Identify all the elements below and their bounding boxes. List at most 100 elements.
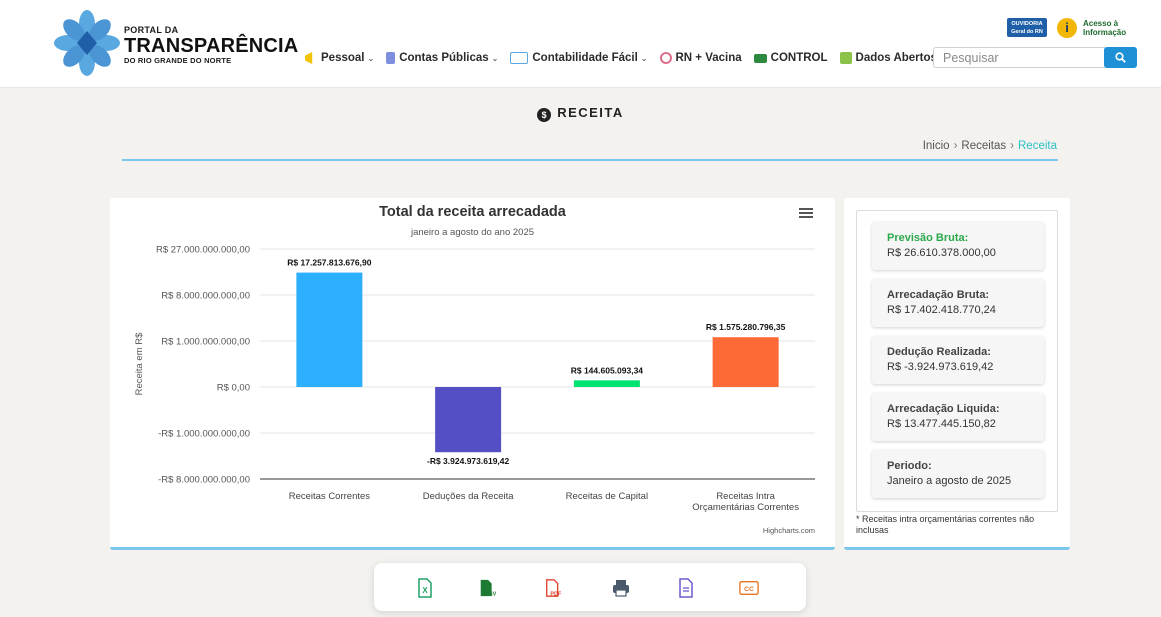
data-label: -R$ 3.924.973.619,42 [427,456,510,466]
search-box [933,47,1137,68]
x-category-label: Deduções da Receita [423,491,515,502]
breadcrumb-inicio[interactable]: Inicio [923,140,950,152]
chart-title: Total da receita arrecadada [379,204,566,220]
summary-arrecadacao-bruta: Arrecadação Bruta: R$ 17.402.418.770,24 [872,279,1044,327]
nav-dados-abertos[interactable]: Dados Abertos [839,52,937,64]
chart-subtitle: janeiro a agosto do ano 2025 [410,227,535,238]
nav-control-label: CONTROL [770,52,828,64]
y-tick-label: R$ 27.000.000.000,00 [156,245,250,256]
print-button[interactable] [611,578,631,598]
data-label: R$ 1.575.280.796,35 [706,322,786,332]
search-button[interactable] [1104,47,1137,68]
nav-control[interactable]: CONTROL [753,52,828,64]
csv-label: CSV [485,591,497,597]
header: PORTAL DA TRANSPARÊNCIA DO RIO GRANDE DO… [0,0,1161,88]
summary-value: R$ -3.924.973.619,42 [887,361,994,373]
breadcrumb: Inicio › Receitas › Receita [923,140,1057,152]
data-label: R$ 144.605.093,34 [571,365,644,375]
summary-deducao-realizada: Dedução Realizada: R$ -3.924.973.619,42 [872,336,1044,384]
summary-value: R$ 26.610.378.000,00 [887,247,996,259]
main-nav: Pessoal ⌄ Contas Públicas ⌄ Contabilidad… [305,50,949,66]
nav-dados-abertos-label: Dados Abertos [855,52,937,64]
pdf-label: PDF [550,591,562,597]
bar [573,380,640,387]
csv-export-button[interactable]: CSV [478,578,498,598]
summary-periodo: Periodo: Janeiro a agosto de 2025 [872,450,1044,498]
y-tick-label: R$ 8.000.000.000,00 [161,291,250,302]
cc-label: CC [744,586,754,593]
chart-menu-icon[interactable] [799,208,813,219]
page-title: $ RECEITA [0,105,1161,122]
acesso-line-1: Acesso à [1083,19,1119,28]
nav-contas-publicas[interactable]: Contas Públicas ⌄ [386,52,498,64]
control-icon [753,53,767,63]
chart-credits[interactable]: Highcharts.com [763,526,815,535]
ouvidoria-link[interactable]: OUVIDORIA Geral do RN [1007,18,1047,37]
logo-text: PORTAL DA TRANSPARÊNCIA DO RIO GRANDE DO… [124,26,298,65]
megaphone-icon [305,52,313,64]
data-label: R$ 17.257.813.676,90 [287,258,371,268]
y-tick-label: R$ 1.000.000.000,00 [161,337,250,348]
summary-label: Previsão Bruta: [887,232,969,244]
cc-button[interactable]: CC [739,578,759,598]
summary-previsao-bruta: Previsão Bruta: R$ 26.610.378.000,00 [872,222,1044,270]
search-input[interactable] [933,47,1105,68]
doc-export-button[interactable] [676,578,696,598]
y-tick-label: -R$ 8.000.000.000,00 [158,475,250,486]
export-toolbar: X CSV PDF CC [374,563,806,611]
summary-label: Periodo: [887,460,932,472]
portal-logo[interactable]: PORTAL DA TRANSPARÊNCIA DO RIO GRANDE DO… [54,10,298,76]
y-tick-label: R$ 0,00 [217,383,250,394]
x-category-label: Receitas Correntes [289,491,371,502]
nav-pessoal[interactable]: Pessoal ⌄ [305,52,374,64]
acesso-label: Acesso à Informação [1083,19,1126,37]
y-tick-label: -R$ 1.000.000.000,00 [158,429,250,440]
money-icon: $ [537,108,552,122]
x-category-label: Receitas de Capital [566,491,648,502]
summary-value: R$ 13.477.445.150,82 [887,418,996,430]
x-category-label: Receitas Intra [716,491,775,502]
open-data-icon [839,52,852,64]
logo-flower-icon [54,10,120,76]
nav-pessoal-label: Pessoal [321,52,365,64]
nav-rn-vacina-label: RN + Vacina [675,52,742,64]
title-divider [122,159,1058,161]
y-axis-label: Receita em R$ [134,332,145,396]
chevron-right-icon: › [1010,140,1014,152]
chart-card: R$ 27.000.000.000,00 R$ 8.000.000.000,00 R… [110,198,835,550]
nav-contabilidade-facil[interactable]: Contabilidade Fácil ⌄ [510,52,648,64]
chevron-down-icon: ⌄ [367,53,375,63]
bar [296,272,363,387]
chevron-down-icon: ⌄ [491,53,499,63]
breadcrumb-receita: Receita [1018,140,1057,152]
summary-label: Dedução Realizada: [887,346,991,358]
acesso-line-2: Informação [1083,28,1127,37]
summary-value: Janeiro a agosto de 2025 [887,475,1012,487]
ouvidoria-sublabel: Geral do RN [1011,29,1043,35]
revenue-chart: R$ 27.000.000.000,00 R$ 8.000.000.000,00 R… [134,245,815,513]
vaccine-icon [659,52,672,64]
summary-note: * Receitas intra orçamentárias correntes… [856,514,1035,535]
search-icon [1115,52,1126,63]
bar [712,337,779,387]
summary-arrecadacao-liquida: Arrecadação Liquida: R$ 13.477.445.150,8… [872,393,1044,441]
printer-icon [613,580,629,597]
x-category-label: Orçamentárias Correntes [692,502,799,513]
acesso-informacao-link[interactable]: i Acesso à Informação [1057,18,1133,40]
nav-rn-vacina[interactable]: RN + Vacina [659,52,742,64]
breadcrumb-receitas[interactable]: Receitas [961,140,1006,152]
info-icon: i [1057,18,1077,38]
pdf-export-button[interactable]: PDF [544,578,564,598]
bar [435,387,502,453]
logo-line-2: TRANSPARÊNCIA [124,35,299,57]
ouvidoria-label: OUVIDORIA [1011,21,1043,27]
summary-value: R$ 17.402.418.770,24 [887,304,996,316]
nav-contas-publicas-label: Contas Públicas [399,52,489,64]
excel-export-button[interactable]: X [415,578,435,598]
chevron-down-icon: ⌄ [640,53,648,63]
summary-card: Previsão Bruta: R$ 26.610.378.000,00 Arr… [844,198,1070,550]
logo-line-3: DO RIO GRANDE DO NORTE [124,56,232,65]
chevron-right-icon: › [953,140,958,152]
document-icon [386,52,396,64]
summary-label: Arrecadação Bruta: [887,289,990,301]
